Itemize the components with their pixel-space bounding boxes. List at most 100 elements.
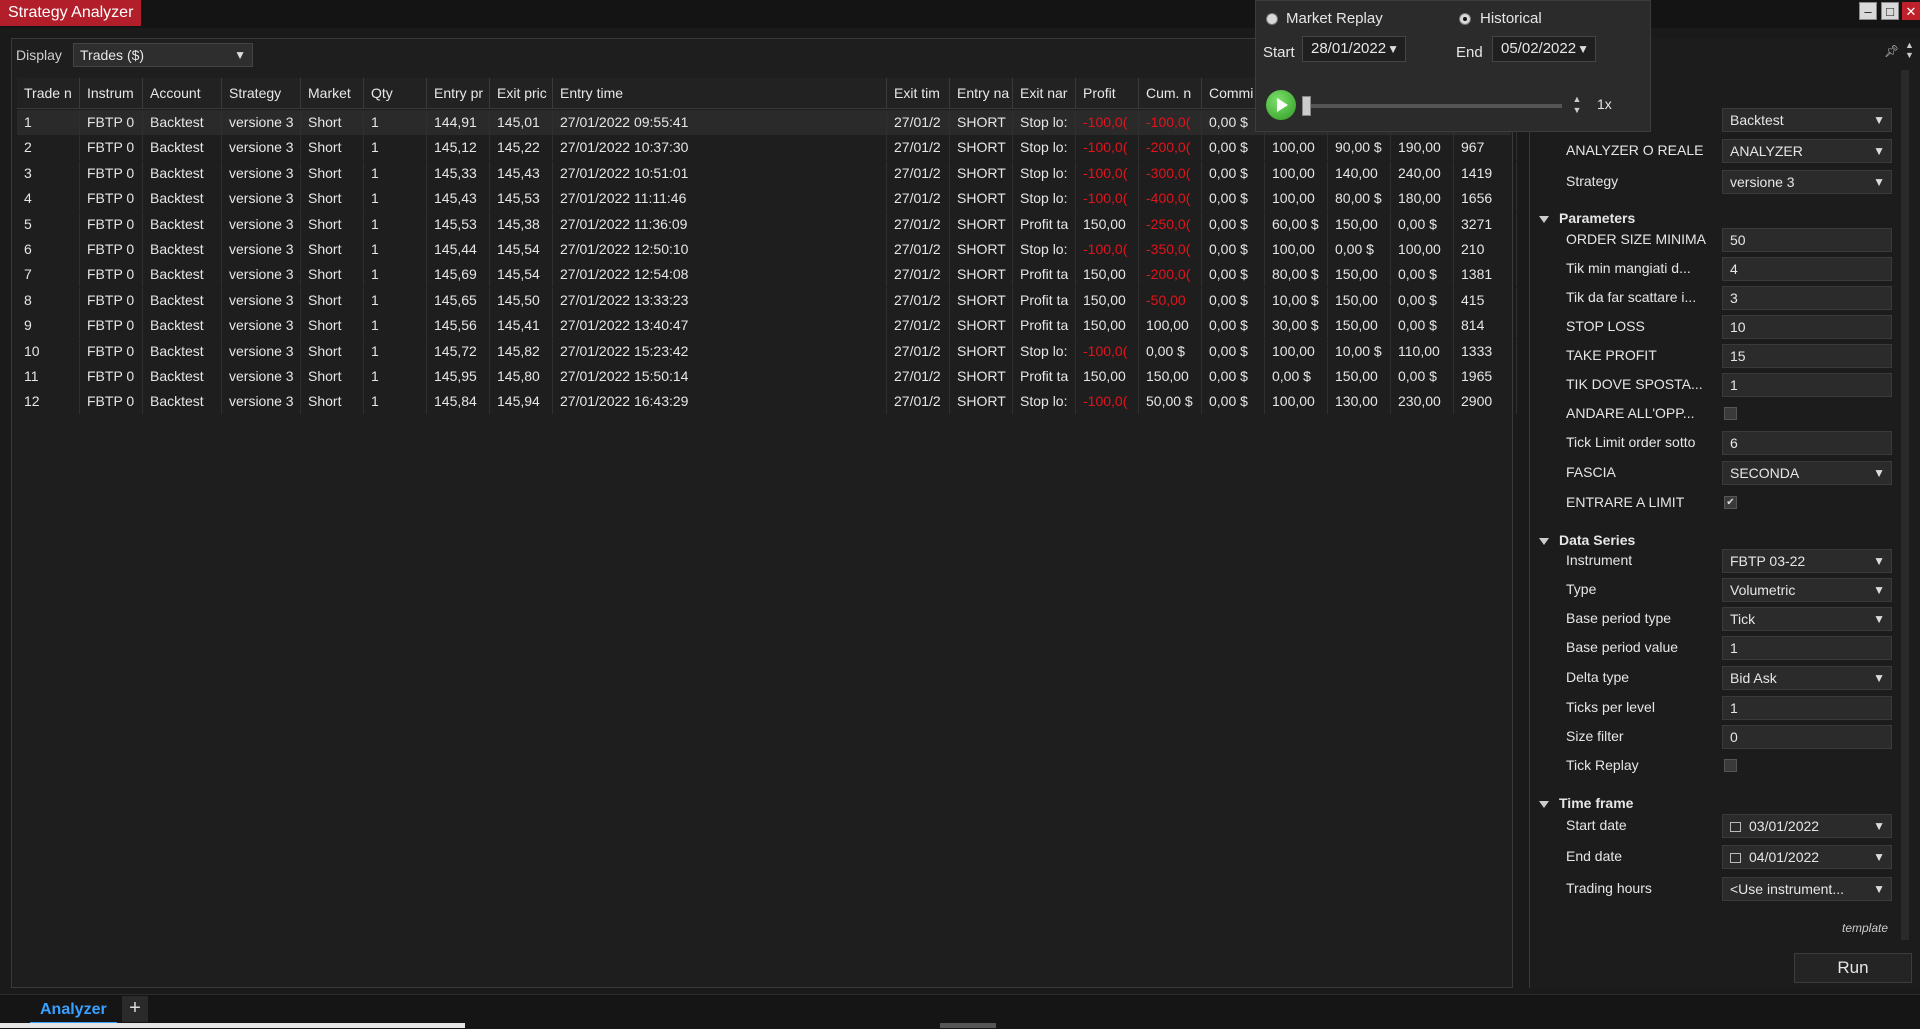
table-cell: 0,00 $ [1202, 313, 1265, 339]
property-input[interactable]: 1 [1722, 373, 1892, 397]
property-select[interactable]: Bid Ask ▼ [1722, 666, 1892, 690]
property-checkbox[interactable] [1724, 407, 1737, 420]
display-select[interactable]: Trades ($) ▼ [73, 43, 253, 67]
table-cell: 27/01/2 [887, 237, 950, 262]
column-header[interactable]: Profit [1076, 78, 1139, 108]
property-select[interactable]: 03/01/2022 ▼ [1722, 814, 1892, 838]
column-header[interactable]: Strategy [222, 78, 301, 108]
template-link[interactable]: template [1842, 921, 1888, 935]
table-cell: 145,43 [490, 160, 553, 186]
table-cell: 145,80 [490, 364, 553, 389]
property-select[interactable]: Backtest ▼ [1722, 108, 1892, 132]
minimize-icon[interactable]: – [1859, 2, 1877, 20]
column-header[interactable]: Account [143, 78, 222, 108]
table-cell: 1 [364, 135, 427, 161]
table-row[interactable]: 12 FBTP 0 Backtest versione 3 Short 1 145,84 14… [17, 389, 1517, 415]
table-row[interactable]: 9 FBTP 0 Backtest versione 3 Short 1 145,56 145… [17, 313, 1517, 339]
table-cell: -100,0( [1076, 186, 1139, 212]
column-header[interactable]: Exit tim [887, 78, 950, 108]
table-row[interactable]: 4 FBTP 0 Backtest versione 3 Short 1 145,43 145… [17, 186, 1517, 212]
column-header[interactable]: Exit nar [1013, 78, 1076, 108]
section-parameters[interactable]: Parameters [1539, 210, 1635, 226]
property-checkbox[interactable] [1724, 759, 1737, 772]
horizontal-scrollbar-thumb[interactable] [940, 1023, 996, 1028]
table-cell: 100,00 [1265, 135, 1328, 161]
property-input[interactable]: 0 [1722, 725, 1892, 749]
property-select[interactable]: 04/01/2022 ▼ [1722, 845, 1892, 869]
run-button[interactable]: Run [1794, 953, 1912, 983]
collapse-icon[interactable] [1539, 537, 1549, 545]
table-cell: 5 [17, 211, 80, 237]
table-cell: FBTP 0 [80, 338, 143, 364]
property-input[interactable]: 10 [1722, 315, 1892, 339]
table-cell: Stop lo: [1013, 186, 1076, 212]
table-row[interactable]: 5 FBTP 0 Backtest versione 3 Short 1 145,53 145… [17, 211, 1517, 237]
table-cell: 0,00 $ [1139, 338, 1202, 364]
column-header[interactable]: Market [301, 78, 364, 108]
table-cell: 145,56 [427, 313, 490, 339]
column-header[interactable]: Trade n [17, 78, 80, 108]
section-time_frame[interactable]: Time frame [1539, 795, 1633, 811]
properties-scrollbar[interactable] [1901, 70, 1909, 940]
table-cell: 190,00 [1391, 135, 1454, 161]
column-header[interactable]: Entry na [950, 78, 1013, 108]
table-row[interactable]: 10 FBTP 0 Backtest versione 3 Short 1 145,72 14… [17, 338, 1517, 364]
table-row[interactable]: 7 FBTP 0 Backtest versione 3 Short 1 145,69 145… [17, 262, 1517, 288]
historical-radio[interactable] [1459, 13, 1471, 25]
chevron-down-icon: ▼ [1387, 42, 1399, 56]
property-input[interactable]: 1 [1722, 696, 1892, 720]
property-input[interactable]: 6 [1722, 431, 1892, 455]
property-input[interactable]: 50 [1722, 228, 1892, 252]
property-checkbox[interactable]: ✔ [1724, 496, 1737, 509]
play-icon[interactable] [1266, 90, 1296, 120]
table-cell: versione 3 [222, 211, 301, 237]
column-header[interactable]: Entry time [553, 78, 887, 108]
table-cell: Stop lo: [1013, 338, 1076, 364]
chevron-down-icon: ▼ [1873, 612, 1885, 626]
table-row[interactable]: 3 FBTP 0 Backtest versione 3 Short 1 145,33 145… [17, 160, 1517, 186]
speed-spinner[interactable]: ▲ ▼ [1570, 94, 1584, 118]
property-select[interactable]: Volumetric ▼ [1722, 578, 1892, 602]
column-header[interactable]: Instrum [80, 78, 143, 108]
property-select[interactable]: SECONDA ▼ [1722, 461, 1892, 485]
table-cell: 1965 [1454, 364, 1517, 389]
table-row[interactable]: 6 FBTP 0 Backtest versione 3 Short 1 145,44 145… [17, 237, 1517, 262]
horizontal-scrollbar[interactable] [0, 1023, 465, 1028]
tab-analyzer[interactable]: Analyzer [30, 998, 117, 1024]
start-date-select[interactable]: 28/01/2022 ▼ [1302, 36, 1406, 62]
property-select[interactable]: Tick ▼ [1722, 607, 1892, 631]
table-cell: Stop lo: [1013, 160, 1076, 186]
property-input[interactable]: 15 [1722, 344, 1892, 368]
column-header[interactable]: Entry pr [427, 78, 490, 108]
collapse-icon[interactable] [1539, 800, 1549, 808]
table-row[interactable]: 2 FBTP 0 Backtest versione 3 Short 1 145,12 145… [17, 135, 1517, 161]
end-date-select[interactable]: 05/02/2022 ▼ [1492, 36, 1596, 62]
table-row[interactable]: 11 FBTP 0 Backtest versione 3 Short 1 145,95 14… [17, 364, 1517, 389]
collapse-icon[interactable] [1539, 215, 1549, 223]
property-label: ENTRARE A LIMIT [1566, 494, 1685, 510]
property-label: STOP LOSS [1566, 318, 1645, 334]
add-tab-button[interactable]: + [122, 996, 148, 1022]
column-header[interactable]: Exit pric [490, 78, 553, 108]
property-select[interactable]: ANALYZER ▼ [1722, 139, 1892, 163]
playback-slider-thumb[interactable] [1302, 96, 1311, 116]
table-row[interactable]: 8 FBTP 0 Backtest versione 3 Short 1 145,65 145… [17, 287, 1517, 313]
maximize-icon[interactable]: □ [1881, 2, 1899, 20]
column-header[interactable]: Cum. n [1139, 78, 1202, 108]
property-input[interactable]: 3 [1722, 286, 1892, 310]
table-cell: Short [301, 135, 364, 161]
property-select[interactable]: FBTP 03-22 ▼ [1722, 549, 1892, 573]
column-header[interactable]: Qty [364, 78, 427, 108]
property-input[interactable]: 4 [1722, 257, 1892, 281]
table-cell: Short [301, 338, 364, 364]
playback-slider-track[interactable] [1304, 104, 1562, 108]
property-select[interactable]: <Use instrument... ▼ [1722, 877, 1892, 901]
close-icon[interactable]: ✕ [1902, 2, 1920, 20]
section-data_series[interactable]: Data Series [1539, 532, 1635, 548]
property-input[interactable]: 1 [1722, 636, 1892, 660]
table-cell: 145,38 [490, 211, 553, 237]
pane-scroll-arrows[interactable]: ▲ ▼ [1905, 40, 1914, 60]
pin-icon[interactable]: 📌︎ [1884, 44, 1899, 58]
property-select[interactable]: versione 3 ▼ [1722, 170, 1892, 194]
market-replay-radio[interactable] [1266, 13, 1278, 25]
